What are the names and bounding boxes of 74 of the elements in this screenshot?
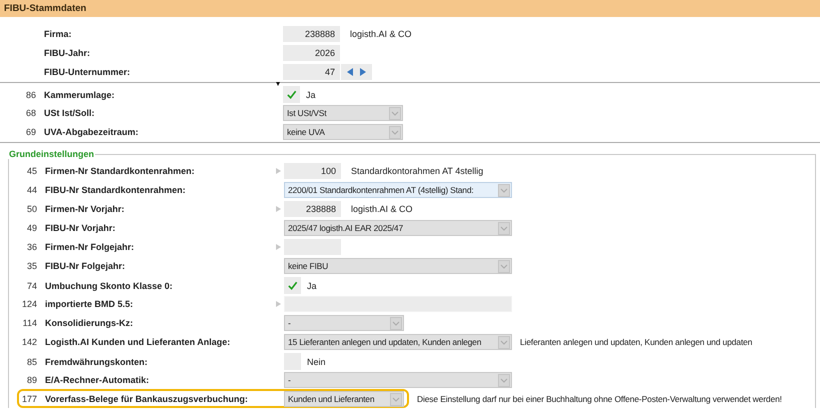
field-label: importierte BMD 5.5: [44,299,134,309]
description-text: logisth.AI & CO [350,29,412,39]
checkbox-label: Ja [306,90,316,100]
field-label: Firmen-Nr Vorjahr: [44,204,126,214]
number-field[interactable]: 2026 [283,45,340,61]
chevron-down-icon[interactable] [498,336,510,348]
dropdown[interactable]: 15 Lieferanten anlegen und updaten, Kunden anlegen [284,334,512,350]
chevron-down-icon[interactable] [389,126,401,138]
dropdown[interactable]: - [284,315,404,331]
field-label: USt Ist/Soll: [43,108,96,118]
dropdown[interactable]: 2200/01 Standardkontenrahmen AT (4stellig) Stand: [284,182,512,198]
group-title: Grundeinstellungen [8,149,96,159]
checkbox[interactable] [284,277,301,294]
chevron-down-icon[interactable] [390,392,402,406]
number-field[interactable]: 47 [283,64,340,80]
field-label: Firmen-Nr Standardkontenrahmen: [44,166,196,176]
description-text: logisth.AI & CO [351,204,413,214]
chevron-down-icon[interactable] [498,374,510,386]
number-field[interactable]: 100 [284,163,341,179]
number-field[interactable]: 238888 [284,201,341,217]
check-icon [286,89,297,100]
chevron-down-icon[interactable] [390,316,402,330]
row-number: 177 [20,394,38,404]
row-number: 142 [20,337,38,347]
field-label: Konsolidierungs-Kz: [44,318,134,328]
row-number: 114 [22,318,38,328]
field-label: FIBU-Nr Vorjahr: [44,223,116,233]
field-label: FIBU-Nr Folgejahr: [44,261,126,271]
row-number: 85 [26,356,38,366]
field-label: FIBU-Unternummer: [43,67,132,77]
row-number: 68 [24,108,37,118]
row-number: 44 [26,185,38,195]
row-number: 86 [24,90,37,100]
field-label: Firmen-Nr Folgejahr: [44,242,136,252]
field-label: FIBU-Nr Standardkontenrahmen: [44,185,187,195]
field-label: Fremdwährungskonten: [44,356,149,366]
field-label: Firma: [43,29,73,39]
field-label: E/A-Rechner-Automatik: [44,375,150,385]
row-number: 35 [26,261,38,271]
dropdown[interactable]: 2025/47 logisth.AI EAR 2025/47 [284,220,512,236]
checkbox-label: Nein [307,356,326,366]
field-label: Umbuchung Skonto Klasse 0: [44,280,174,290]
row-number: 74 [26,280,38,290]
checkbox[interactable] [283,86,300,103]
chevron-down-icon[interactable] [498,184,510,196]
description-text: Lieferanten anlegen und updaten, Kunden anlegen und updaten [520,337,752,347]
field-label: Kammerumlage: [43,90,116,100]
row-number: 49 [26,223,38,233]
field-label: Vorerfass-Belege für Bankauszugsverbuchung: [44,394,249,404]
chevron-down-icon[interactable] [498,260,510,272]
number-field[interactable]: 238888 [283,26,340,42]
chevron-down-icon[interactable] [498,222,510,234]
row-number: 50 [26,204,38,214]
row-number: 36 [26,242,38,252]
row-number: 45 [26,166,38,176]
dropdown[interactable]: Ist USt/VSt [283,105,403,121]
row-number: 124 [20,299,38,309]
field-label: FIBU-Jahr: [43,48,92,58]
warning-text: Diese Einstellung darf nur bei einer Buchhaltung ohne Offene-Posten-Verwaltung verwendet werden! [417,394,782,404]
dropdown[interactable]: - [284,372,512,388]
row-number: 69 [24,127,37,137]
check-icon [287,280,298,291]
next-button[interactable] [360,68,366,76]
previous-button[interactable] [347,68,353,76]
description-text: Standardkontorahmen AT 4stellig [351,166,484,176]
field-label: Logisth.AI Kunden und Lieferanten Anlage: [44,337,232,347]
section-header: FIBU-Stammdaten [0,0,820,17]
dropdown[interactable]: keine FIBU [284,258,512,274]
field-label: UVA-Abgabezeitraum: [43,127,140,137]
row-number: 89 [26,375,38,385]
dropdown[interactable]: Kunden und Lieferanten [284,391,404,407]
checkbox-label: Ja [307,280,317,290]
dropdown[interactable]: keine UVA [283,124,403,140]
chevron-down-icon[interactable] [389,106,401,120]
